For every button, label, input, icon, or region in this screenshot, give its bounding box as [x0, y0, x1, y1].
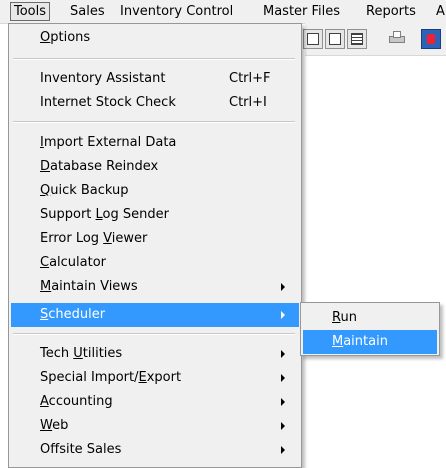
- menu-bar: Tools Sales Inventory Control Master Fil…: [0, 0, 446, 24]
- tools-menu: Options Inventory Assistant Ctrl+F Inter…: [8, 23, 302, 468]
- toolbar: [303, 23, 446, 56]
- shortcut-label: Ctrl+F: [229, 71, 271, 86]
- menu-item-error-log-viewer[interactable]: Error Log Viewer: [11, 227, 299, 251]
- submenu-arrow-icon: [281, 446, 285, 454]
- submenu-item-run[interactable]: Run: [303, 306, 437, 330]
- menu-item-options[interactable]: Options: [11, 26, 299, 50]
- shortcut-label: Ctrl+I: [229, 95, 267, 110]
- menu-item-scheduler[interactable]: Scheduler: [11, 303, 299, 327]
- menu-item-calculator[interactable]: Calculator: [11, 251, 299, 275]
- menu-master-files[interactable]: Master Files: [260, 3, 343, 20]
- window-icon[interactable]: [303, 29, 323, 49]
- submenu-arrow-icon: [281, 311, 285, 319]
- menu-item-tech-utilities[interactable]: Tech Utilities: [11, 342, 299, 366]
- submenu-arrow-icon: [281, 374, 285, 382]
- menu-truncated[interactable]: A: [433, 3, 446, 20]
- submenu-arrow-icon: [281, 350, 285, 358]
- calculator-icon[interactable]: [347, 29, 367, 49]
- submenu-arrow-icon: [281, 283, 285, 291]
- menu-item-special-import-export[interactable]: Special Import/Export: [11, 366, 299, 390]
- menu-item-import-external-data[interactable]: Import External Data: [11, 131, 299, 155]
- menu-tools[interactable]: Tools: [10, 2, 51, 21]
- menu-item-quick-backup[interactable]: Quick Backup: [11, 179, 299, 203]
- menu-item-inventory-assistant[interactable]: Inventory Assistant Ctrl+F: [11, 67, 299, 91]
- printer-icon[interactable]: [389, 31, 405, 45]
- menu-item-support-log-sender[interactable]: Support Log Sender: [11, 203, 299, 227]
- scheduler-submenu: Run Maintain: [300, 302, 440, 356]
- menu-item-accounting[interactable]: Accounting: [11, 390, 299, 414]
- menu-separator: [13, 58, 295, 60]
- menu-item-internet-stock-check[interactable]: Internet Stock Check Ctrl+I: [11, 91, 299, 115]
- menu-item-maintain-views[interactable]: Maintain Views: [11, 275, 299, 299]
- menu-item-offsite-sales[interactable]: Offsite Sales: [11, 438, 299, 462]
- submenu-item-maintain[interactable]: Maintain: [303, 330, 437, 354]
- submenu-arrow-icon: [281, 398, 285, 406]
- menu-sales[interactable]: Sales: [67, 3, 108, 20]
- app-icon[interactable]: [421, 29, 441, 49]
- menu-separator: [13, 333, 295, 335]
- menu-inventory-control[interactable]: Inventory Control: [117, 3, 236, 20]
- submenu-arrow-icon: [281, 422, 285, 430]
- window-icon[interactable]: [325, 29, 345, 49]
- menu-reports[interactable]: Reports: [363, 3, 419, 20]
- menu-item-database-reindex[interactable]: Database Reindex: [11, 155, 299, 179]
- menu-separator: [13, 121, 295, 123]
- menu-item-web[interactable]: Web: [11, 414, 299, 438]
